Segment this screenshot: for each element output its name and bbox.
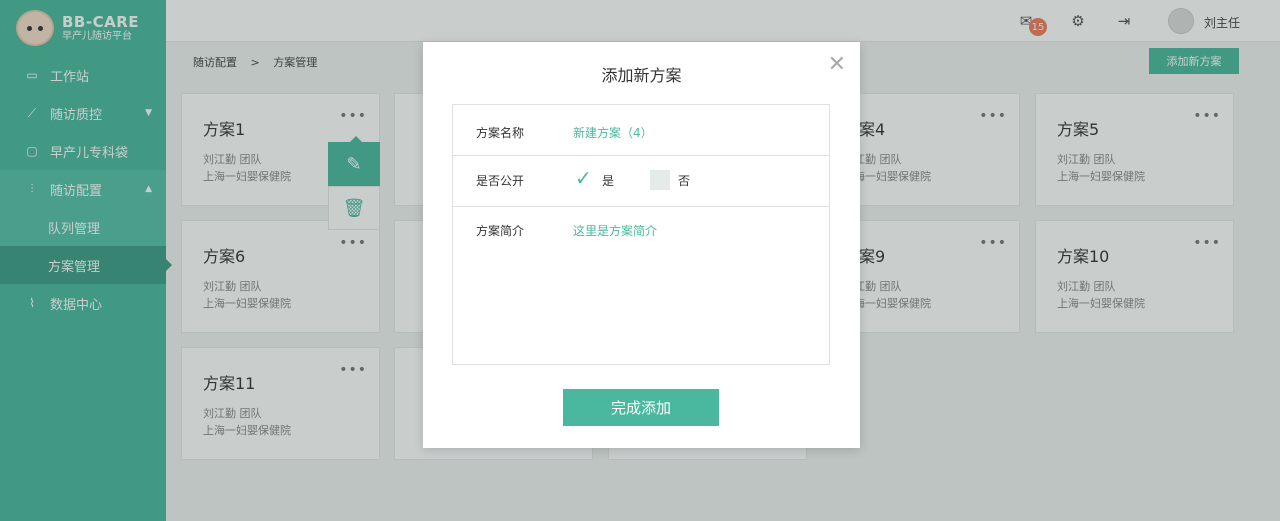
submit-button[interactable]: 完成添加 — [563, 389, 719, 426]
option-no-label: 否 — [678, 174, 691, 188]
form-row-public: 是否公开 ✓ 是 否 — [453, 156, 829, 207]
name-label: 方案名称 — [476, 126, 525, 140]
plan-form: 方案名称 新建方案（4） 是否公开 ✓ 是 否 方案简介 这里是方案简介 — [452, 104, 830, 365]
form-row-name: 方案名称 新建方案（4） — [453, 105, 829, 156]
close-icon[interactable]: ✕ — [828, 54, 846, 76]
add-plan-modal: 添加新方案 ✕ 方案名称 新建方案（4） 是否公开 ✓ 是 否 方案简介 这里是… — [423, 42, 860, 448]
option-yes-label: 是 — [602, 174, 615, 188]
name-input[interactable]: 新建方案（4） — [573, 124, 653, 141]
intro-textarea[interactable]: 这里是方案简介 — [573, 222, 657, 239]
modal-title: 添加新方案 — [601, 66, 682, 85]
intro-label: 方案简介 — [476, 224, 525, 238]
public-label: 是否公开 — [476, 174, 525, 188]
public-yes-checkbox[interactable]: ✓ — [575, 168, 595, 189]
public-no-checkbox[interactable] — [650, 170, 670, 190]
form-row-intro: 方案简介 这里是方案简介 — [453, 207, 829, 364]
